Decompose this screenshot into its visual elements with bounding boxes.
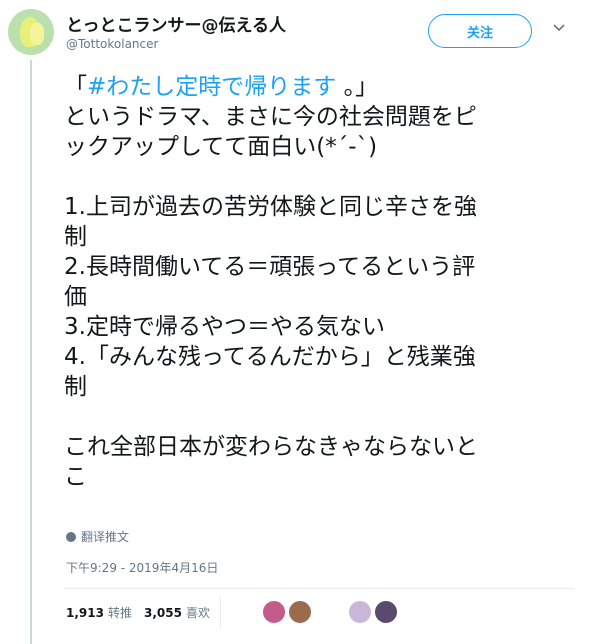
liker-avatar[interactable] (348, 600, 372, 624)
chevron-down-icon[interactable] (552, 20, 566, 34)
liker-avatar[interactable] (288, 600, 312, 624)
divider (64, 588, 574, 589)
retweet-count: 1,913 (66, 606, 104, 620)
tweet-line: 「#わたし定時で帰ります 。」 (64, 72, 564, 102)
hashtag-link[interactable]: #わたし定時で帰ります (87, 74, 336, 100)
tweet-line: というドラマ、まさに今の社会問題をピ (64, 104, 477, 130)
display-name[interactable]: とっとこランサー@伝える人 (66, 11, 286, 36)
tweet-line: 1.上司が過去の苦労体験と同じ辛さを強 (64, 194, 477, 220)
timestamp[interactable]: 下午9:29 - 2019年4月16日 (66, 559, 218, 576)
tweet-stats: 1,913 转推 3,055 喜欢 (66, 604, 210, 621)
avatar[interactable] (8, 9, 54, 55)
tweet-line: 制 (64, 374, 87, 400)
liker-avatar[interactable] (262, 600, 286, 624)
liker-avatar[interactable] (374, 600, 398, 624)
translate-tweet-link[interactable]: 翻译推文 (66, 528, 129, 545)
like-label: 喜欢 (185, 606, 210, 620)
tweet-line: 4.「みんな残ってるんだから」と残業強 (64, 344, 476, 370)
stats-divider (220, 597, 221, 629)
tweet-line: これ全部日本が変わらなきゃならないと (64, 434, 478, 460)
tweet-line: 制 (64, 224, 87, 250)
tweet-line: 2.長時間働いてる＝頑張ってるという評 (64, 254, 476, 280)
retweet-stat[interactable]: 1,913 转推 (66, 604, 132, 621)
translate-label: 翻译推文 (81, 530, 130, 544)
tweet-line: ックアップしてて面白い(*´-`) (64, 134, 378, 160)
tweet-text-fragment: 。」 (336, 74, 379, 100)
follow-button[interactable]: 关注 (428, 14, 532, 48)
user-handle[interactable]: @Tottokolancer (66, 37, 158, 51)
like-count: 3,055 (143, 606, 182, 620)
avatar-figure-highlight (30, 23, 44, 45)
tweet-line: こ (64, 464, 87, 490)
tweet-text-fragment: 「 (64, 74, 87, 100)
thread-line (30, 60, 32, 644)
tweet-line: 3.定時で帰るやつ＝やる気ない (64, 314, 385, 340)
liker-avatars (262, 600, 400, 624)
retweet-label: 转推 (107, 606, 132, 620)
like-stat[interactable]: 3,055 喜欢 (144, 604, 210, 621)
globe-icon (66, 531, 76, 542)
tweet-line: 価 (64, 284, 87, 310)
tweet-text: 「#わたし定時で帰ります 。」 というドラマ、まさに今の社会問題をピ ックアップして… (64, 72, 564, 492)
